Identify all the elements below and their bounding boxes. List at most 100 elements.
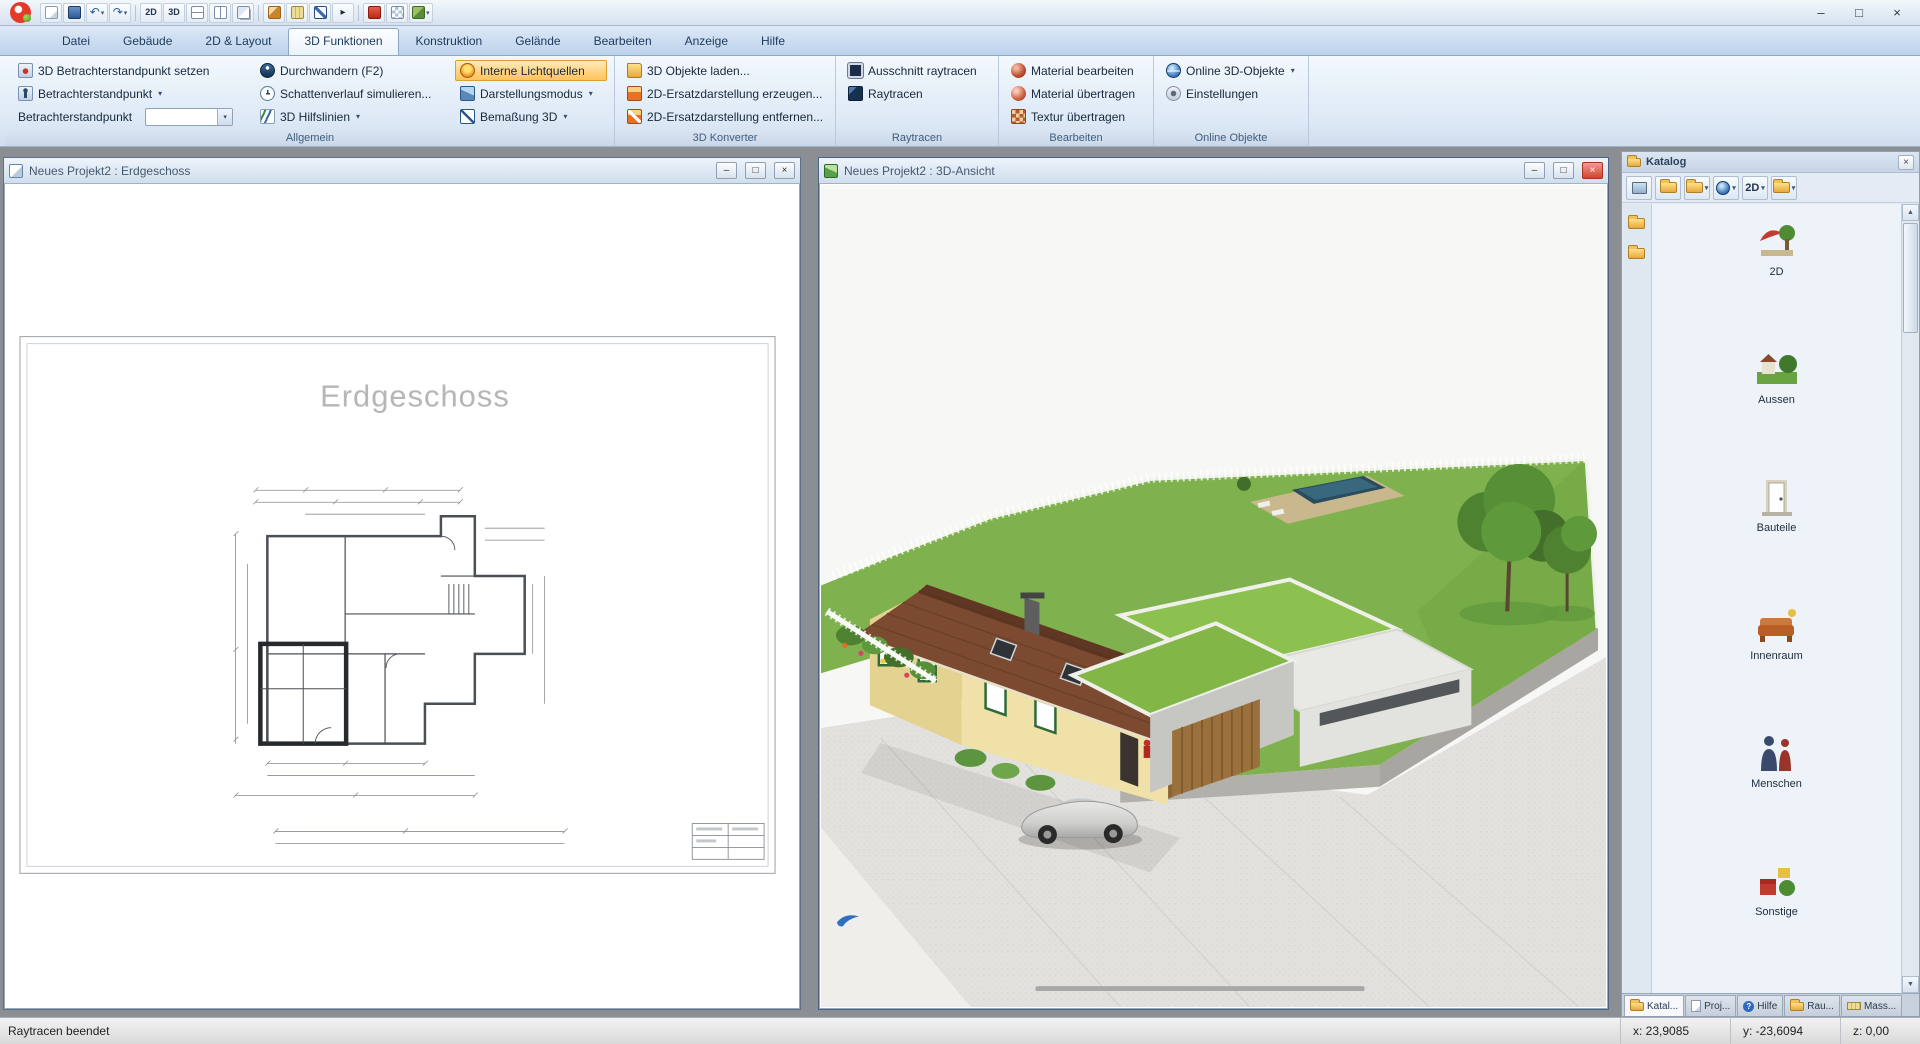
tab-datei[interactable]: Datei xyxy=(46,28,106,55)
catalog-options-button[interactable]: ▾ xyxy=(1771,176,1797,200)
panel-tab-bar: Katal... Proj... ? Hilfe Rau... Mass... xyxy=(1622,993,1919,1016)
button-2d-ersatz-entfernen[interactable]: 2D-Ersatzdarstellung entfernen... xyxy=(622,106,828,127)
catalog-item-menschen[interactable]: Menschen xyxy=(1751,732,1802,790)
view-2d-button[interactable]: 2D xyxy=(140,3,162,23)
maximize-button[interactable]: □ xyxy=(1840,0,1878,25)
title-bar[interactable]: ↶▾ ↷▾ 2D 3D ▸ ▾ – □ × xyxy=(0,0,1920,26)
erdgeschoss-close-button[interactable]: × xyxy=(774,162,795,179)
ribbon-group-raytracen: Ausschnitt raytracen Raytracen Raytracen xyxy=(836,56,999,146)
catalog-item-innenraum[interactable]: Innenraum xyxy=(1750,604,1803,662)
catalog-item-sonstige[interactable]: Sonstige xyxy=(1752,860,1802,918)
panel-tab-raum[interactable]: Rau... xyxy=(1784,995,1840,1016)
catalog-scrollbar[interactable]: ▲ ▼ xyxy=(1901,204,1919,993)
measure-tool-button[interactable] xyxy=(309,3,331,23)
catalog-thumb-innenraum xyxy=(1752,604,1802,648)
toolbar-separator xyxy=(358,5,359,21)
button-interne-lichtquellen[interactable]: Interne Lichtquellen xyxy=(455,60,607,81)
minimize-button[interactable]: – xyxy=(1802,0,1840,25)
grid-tool-button[interactable] xyxy=(386,3,408,23)
room-tab-icon xyxy=(1790,1002,1804,1011)
folder-icon xyxy=(1628,248,1645,259)
tab-gelaende[interactable]: Gelände xyxy=(499,28,576,55)
toolbar-separator xyxy=(135,5,136,21)
button-textur-uebertragen[interactable]: Textur übertragen xyxy=(1006,106,1146,127)
erdgeschoss-maximize-button[interactable]: □ xyxy=(745,162,766,179)
button-material-uebertragen[interactable]: Material übertragen xyxy=(1006,83,1146,104)
button-betrachterstandpunkt[interactable]: Betrachterstandpunkt▾ xyxy=(13,83,249,104)
window-split-vertical-button[interactable] xyxy=(209,3,231,23)
tab-hilfe[interactable]: Hilfe xyxy=(745,28,801,55)
tab-anzeige[interactable]: Anzeige xyxy=(669,28,744,55)
erdgeschoss-minimize-button[interactable]: – xyxy=(716,162,737,179)
button-ausschnitt-raytracen[interactable]: Ausschnitt raytracen xyxy=(843,60,991,81)
app-logo-icon[interactable] xyxy=(10,2,31,23)
select-tool-button[interactable]: ▸ xyxy=(332,3,354,23)
catalog-up-button[interactable] xyxy=(1655,176,1681,200)
new-document-button[interactable] xyxy=(40,3,62,23)
window-erdgeschoss: Neues Projekt2 : Erdgeschoss – □ × Erdge… xyxy=(3,157,801,1010)
catalog-2d-filter-button[interactable]: 2D▾ xyxy=(1742,176,1768,200)
3d-ansicht-maximize-button[interactable]: □ xyxy=(1553,162,1574,179)
panel-tab-projekt[interactable]: Proj... xyxy=(1685,995,1736,1016)
tab-konstruktion[interactable]: Konstruktion xyxy=(400,28,499,55)
redo-button[interactable]: ↷▾ xyxy=(109,3,131,23)
window-cascade-button[interactable] xyxy=(232,3,254,23)
button-online-3d-objekte[interactable]: Online 3D-Objekte▾ xyxy=(1161,60,1301,81)
floor-plan-viewport[interactable]: Erdgeschoss xyxy=(6,185,798,1007)
ruler-tool-button[interactable] xyxy=(286,3,308,23)
render-3d-viewport[interactable] xyxy=(821,185,1606,1007)
close-button[interactable]: × xyxy=(1878,0,1916,25)
window-split-horizontal-button[interactable] xyxy=(186,3,208,23)
button-3d-betrachterstandpunkt-setzen[interactable]: 3D Betrachterstandpunkt setzen xyxy=(13,60,249,81)
catalog-computer-button[interactable] xyxy=(1626,176,1652,200)
betrachterstandpunkt-combobox[interactable]: ▾ xyxy=(145,108,233,126)
save-button[interactable] xyxy=(63,3,85,23)
undo-button[interactable]: ↶▾ xyxy=(86,3,108,23)
ribbon-group-3d-konverter: 3D Objekte laden... 2D-Ersatzdarstellung… xyxy=(615,56,836,146)
scrollbar-thumb[interactable] xyxy=(1903,223,1918,333)
catalog-close-icon[interactable]: × xyxy=(1898,155,1914,170)
catalog-shortcut-folder-1[interactable] xyxy=(1625,212,1649,234)
button-3d-hilfslinien[interactable]: 3D Hilfslinien▾ xyxy=(255,106,449,127)
marker-tool-button[interactable] xyxy=(363,3,385,23)
scroll-down-icon[interactable]: ▼ xyxy=(1902,976,1919,993)
tab-bearbeiten[interactable]: Bearbeiten xyxy=(578,28,668,55)
button-schattenverlauf[interactable]: Schattenverlauf simulieren... xyxy=(255,83,449,104)
catalog-browse-button[interactable]: ▾ xyxy=(1684,176,1710,200)
button-material-bearbeiten[interactable]: Material bearbeiten xyxy=(1006,60,1146,81)
catalog-online-button[interactable]: ▾ xyxy=(1713,176,1739,200)
button-durchwandern[interactable]: Durchwandern (F2) xyxy=(255,60,449,81)
erdgeschoss-title-bar[interactable]: Neues Projekt2 : Erdgeschoss – □ × xyxy=(4,158,800,184)
create-2d-replacement-icon xyxy=(627,86,642,101)
button-darstellungsmodus[interactable]: Darstellungsmodus▾ xyxy=(455,83,607,104)
walkthrough-icon xyxy=(260,63,275,78)
button-raytracen[interactable]: Raytracen xyxy=(843,83,991,104)
combo-dropdown-icon[interactable]: ▾ xyxy=(217,109,232,125)
chevron-down-icon: ▾ xyxy=(1291,66,1295,75)
tab-2d-layout[interactable]: 2D & Layout xyxy=(189,28,287,55)
catalog-header[interactable]: Katalog × xyxy=(1622,152,1919,173)
button-3d-objekte-laden[interactable]: 3D Objekte laden... xyxy=(622,60,828,81)
scrollbar-track[interactable] xyxy=(1902,221,1919,976)
panel-tab-masse[interactable]: Mass... xyxy=(1841,995,1902,1016)
3d-ansicht-title-bar[interactable]: Neues Projekt2 : 3D-Ansicht – □ × xyxy=(819,158,1608,184)
window-3d-ansicht: Neues Projekt2 : 3D-Ansicht – □ × xyxy=(818,157,1609,1010)
catalog-shortcut-folder-2[interactable] xyxy=(1625,242,1649,264)
button-bemassung-3d[interactable]: Bemaßung 3D▾ xyxy=(455,106,607,127)
scroll-up-icon[interactable]: ▲ xyxy=(1902,204,1919,221)
drawing-tool-button[interactable] xyxy=(263,3,285,23)
button-2d-ersatz-erzeugen[interactable]: 2D-Ersatzdarstellung erzeugen... xyxy=(622,83,828,104)
3d-ansicht-minimize-button[interactable]: – xyxy=(1524,162,1545,179)
view-3d-button[interactable]: 3D xyxy=(163,3,185,23)
3d-ansicht-close-button[interactable]: × xyxy=(1582,162,1603,179)
catalog-item-2d[interactable]: 2D xyxy=(1752,220,1802,278)
panel-tab-hilfe[interactable]: ? Hilfe xyxy=(1737,995,1783,1016)
layers-tool-button[interactable]: ▾ xyxy=(409,3,433,23)
panel-tab-katalog[interactable]: Katal... xyxy=(1624,995,1684,1016)
tab-gebaeude[interactable]: Gebäude xyxy=(107,28,188,55)
catalog-item-bauteile[interactable]: Bauteile xyxy=(1752,476,1802,534)
grid-icon xyxy=(391,6,404,19)
button-einstellungen[interactable]: Einstellungen xyxy=(1161,83,1301,104)
catalog-item-aussen[interactable]: Aussen xyxy=(1752,348,1802,406)
tab-3d-funktionen[interactable]: 3D Funktionen xyxy=(288,28,398,55)
